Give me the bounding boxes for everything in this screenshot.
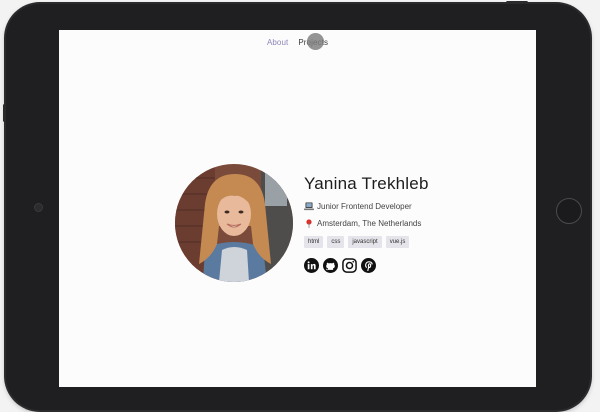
home-button[interactable]: [556, 198, 582, 224]
pin-icon: [306, 219, 312, 228]
device-screen: About Projects Yanina Trekhleb: [59, 30, 536, 387]
social-links: [304, 258, 504, 273]
profile-photo: [175, 164, 293, 282]
front-camera: [34, 203, 43, 212]
tag-html: html: [304, 236, 324, 248]
touch-cursor: [307, 33, 324, 50]
profile-role: Junior Frontend Developer: [317, 202, 412, 211]
profile-location: Amsterdam, The Netherlands: [317, 219, 422, 228]
skill-tags: html css javascript vue.js: [304, 236, 504, 248]
role-row: Junior Frontend Developer: [304, 202, 504, 211]
instagram-icon[interactable]: [342, 258, 357, 273]
pinterest-icon[interactable]: [361, 258, 376, 273]
tag-css: css: [327, 236, 345, 248]
avatar: [175, 164, 293, 282]
linkedin-icon[interactable]: [304, 258, 319, 273]
laptop-icon: [304, 202, 314, 211]
profile-name: Yanina Trekhleb: [304, 174, 429, 193]
tag-javascript: javascript: [348, 236, 382, 248]
power-button: [506, 1, 528, 4]
location-row: Amsterdam, The Netherlands: [304, 219, 504, 228]
top-nav: About Projects: [59, 38, 536, 47]
profile-info: Yanina Trekhleb Junior Frontend Develope…: [304, 174, 504, 273]
tag-vuejs: vue.js: [385, 236, 410, 248]
volume-button: [3, 104, 6, 122]
nav-link-about[interactable]: About: [267, 38, 288, 47]
github-icon[interactable]: [323, 258, 338, 273]
